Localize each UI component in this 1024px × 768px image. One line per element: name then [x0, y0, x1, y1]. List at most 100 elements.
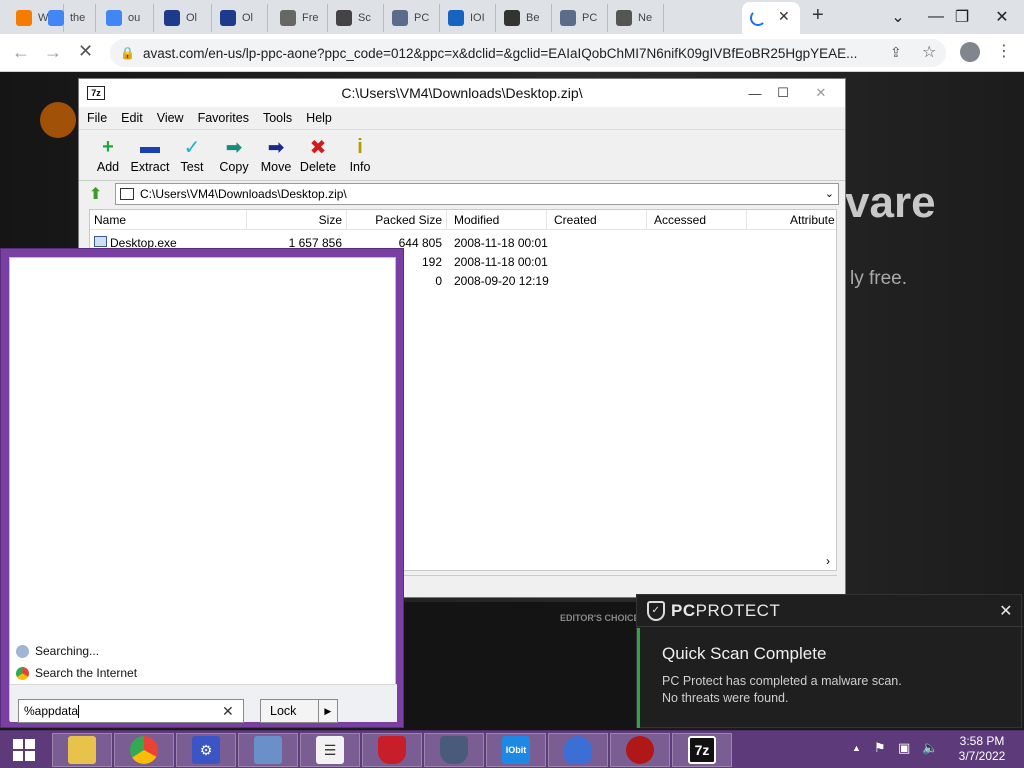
toast-body: Quick Scan Complete PC Protect has compl…	[637, 628, 1023, 728]
brand-protect-text: PROTECT	[695, 600, 781, 620]
lock-options-arrow-icon[interactable]: ▶	[317, 700, 337, 722]
7zip-address-bar[interactable]: C:\Users\VM4\Downloads\Desktop.zip\ ⌄	[115, 183, 839, 205]
share-icon[interactable]: ⇪	[890, 44, 902, 61]
search-input[interactable]: %appdata	[18, 699, 244, 723]
volume-muted-icon[interactable]: 🔈	[922, 740, 938, 756]
chrome-icon	[616, 10, 632, 26]
taskbar-7zip[interactable]: 7z	[672, 733, 732, 767]
chat-icon	[280, 10, 296, 26]
test-button[interactable]: ✓ Test	[171, 130, 213, 180]
column-header[interactable]: Modified	[454, 213, 499, 227]
menu-edit[interactable]: Edit	[121, 111, 143, 125]
browser-tab[interactable]: Fre	[272, 4, 328, 32]
cell-modified: 2008-11-18 00:01	[454, 236, 548, 250]
avast-logo-icon[interactable]	[40, 102, 76, 138]
network-icon[interactable]: ▣	[898, 740, 910, 756]
tray-expand-icon[interactable]: ▲	[852, 743, 861, 753]
column-header[interactable]: Accessed	[654, 213, 706, 227]
taskbar-control-panel[interactable]	[238, 733, 298, 767]
action-center-flag-icon[interactable]: ⚑	[874, 740, 886, 756]
column-header[interactable]: Name	[94, 213, 126, 227]
close-window-icon[interactable]: ✕	[980, 0, 1024, 34]
taskbar-task-list[interactable]: ☰	[300, 733, 360, 767]
system-clock[interactable]: 3:58 PM 3/7/2022	[944, 734, 1020, 764]
menu-tools[interactable]: Tools	[263, 111, 292, 125]
browser-tab[interactable]: PC	[552, 4, 608, 32]
info-button[interactable]: i Info	[339, 130, 381, 180]
google-icon	[106, 10, 122, 26]
clock-date: 3/7/2022	[958, 749, 1006, 763]
browser-tab[interactable]: the	[40, 4, 96, 32]
column-separator[interactable]	[346, 210, 347, 230]
address-dropdown-icon[interactable]: ⌄	[825, 187, 834, 200]
column-header[interactable]: Size	[319, 213, 342, 227]
7zip-maximize-icon[interactable]: ☐	[771, 83, 795, 103]
taskbar-red-app[interactable]	[610, 733, 670, 767]
7zip-minimize-icon[interactable]: —	[743, 83, 767, 103]
taskbar-pcprotect[interactable]	[424, 733, 484, 767]
7zip-close-icon[interactable]: ✕	[801, 83, 841, 103]
toast-close-icon[interactable]: ✕	[999, 601, 1013, 621]
taskbar-iobit[interactable]: IObit	[486, 733, 546, 767]
column-separator[interactable]	[746, 210, 747, 230]
search-results-pane: Searching... Search the Internet %appdat…	[9, 257, 397, 723]
taskbar-tidal-app[interactable]	[548, 733, 608, 767]
restore-icon[interactable]: ❐	[940, 0, 984, 34]
column-separator[interactable]	[546, 210, 547, 230]
browser-tab[interactable]: ou	[98, 4, 154, 32]
shield-icon	[392, 10, 408, 26]
extract-button[interactable]: ▬ Extract	[129, 130, 171, 180]
cell-packed: 192	[421, 255, 442, 269]
menu-help[interactable]: Help	[306, 111, 332, 125]
delete-button[interactable]: ✖ Delete	[297, 130, 339, 180]
back-icon[interactable]: ←	[12, 42, 30, 63]
menu-view[interactable]: View	[157, 111, 184, 125]
folder-up-icon[interactable]: ⬆	[89, 184, 109, 204]
taskbar-settings[interactable]: ⚙	[176, 733, 236, 767]
column-separator[interactable]	[446, 210, 447, 230]
add-button[interactable]: + Add	[87, 130, 129, 180]
tab-label: PC	[414, 12, 430, 24]
browser-tab[interactable]: Ol	[212, 4, 268, 32]
taskbar-chrome[interactable]	[114, 733, 174, 767]
copy-button[interactable]: ➡ Copy	[213, 130, 255, 180]
cell-modified: 2008-09-20 12:19	[454, 274, 549, 288]
browser-tab[interactable]: PC	[384, 4, 440, 32]
column-header[interactable]: Packed Size	[375, 213, 442, 227]
forward-icon[interactable]: →	[44, 42, 62, 63]
pcprotect-header: ✓ PC PROTECT ✕	[637, 595, 1023, 627]
menu-favorites[interactable]: Favorites	[198, 111, 249, 125]
7zip-titlebar[interactable]: C:\Users\VM4\Downloads\Desktop.zip\	[79, 79, 845, 107]
menu-kebab-icon[interactable]: ⋮	[996, 41, 1012, 61]
browser-tab[interactable]: Ol	[156, 4, 212, 32]
tab-active-loading[interactable]: ✕	[742, 2, 800, 34]
clear-search-icon[interactable]: ✕	[222, 703, 234, 720]
column-header[interactable]: Attribute	[790, 213, 835, 227]
start-button[interactable]	[0, 733, 48, 767]
column-separator[interactable]	[646, 210, 647, 230]
browser-tab[interactable]: Be	[496, 4, 552, 32]
lock-button[interactable]: Lock ▶	[260, 699, 338, 723]
pcprotect-shield-taskbar-icon	[440, 736, 468, 764]
scroll-right-icon[interactable]: ›	[826, 554, 830, 568]
taskbar-file-explorer[interactable]	[52, 733, 112, 767]
column-separator[interactable]	[246, 210, 247, 230]
profile-avatar-icon[interactable]	[960, 42, 980, 62]
close-tab-icon[interactable]: ✕	[778, 8, 790, 25]
search-internet-result[interactable]: Search the Internet	[16, 666, 137, 680]
tool-label: Move	[260, 160, 292, 174]
stop-icon[interactable]: ✕	[78, 41, 93, 62]
column-header[interactable]: Created	[554, 213, 597, 227]
browser-tab[interactable]: Sc	[328, 4, 384, 32]
searching-result[interactable]: Searching...	[16, 644, 99, 658]
browser-tab[interactable]: Ne	[608, 4, 664, 32]
bookmark-star-icon[interactable]: ☆	[922, 42, 936, 62]
new-tab-icon[interactable]: +	[812, 4, 824, 27]
menu-file[interactable]: File	[87, 111, 107, 125]
move-button[interactable]: ➡ Move	[255, 130, 297, 180]
address-bar[interactable]: 🔒 avast.com/en-us/lp-ppc-aone?ppc_code=0…	[110, 39, 946, 67]
taskbar-antivirus[interactable]	[362, 733, 422, 767]
loading-spinner-icon	[750, 10, 766, 26]
browser-tab[interactable]: IOI	[440, 4, 496, 32]
red-gear-icon	[626, 736, 654, 764]
